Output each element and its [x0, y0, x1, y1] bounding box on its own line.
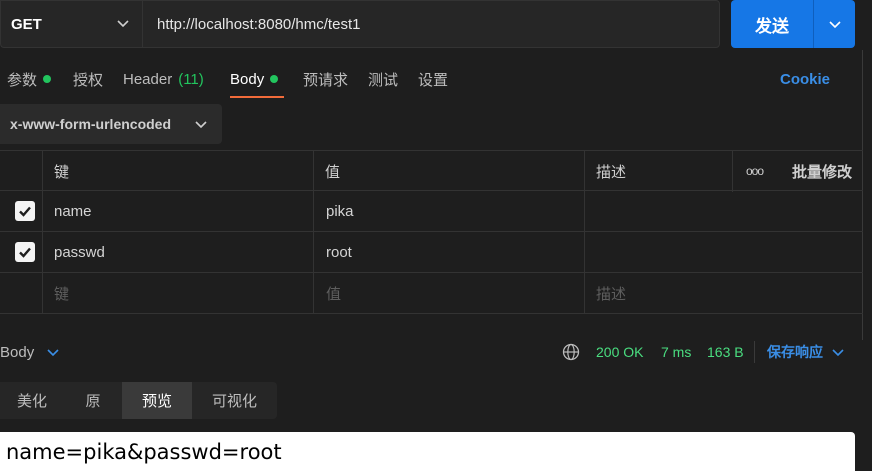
tab-header-label: Header [123, 70, 173, 88]
bulk-edit-button[interactable]: 批量修改 [792, 151, 852, 191]
column-header-value: 值 [325, 163, 341, 181]
status-dot-icon [270, 75, 279, 83]
tab-pre-request[interactable]: 预请求 [303, 60, 348, 98]
chevron-down-icon [828, 21, 841, 29]
tab-raw[interactable]: 原 [64, 382, 122, 419]
value-cell[interactable]: pika [326, 191, 354, 231]
request-tabs: 参数 授权 Header (11) Body 预请求 测试 设置 Cookie [0, 60, 862, 98]
response-bar: Body 200 OK 7 ms 163 B 保存响应 [0, 336, 872, 368]
row-checkbox[interactable] [15, 201, 35, 221]
value-cell[interactable]: root [326, 232, 352, 272]
method-select[interactable]: GET [0, 0, 142, 48]
status-dot-icon [43, 75, 52, 83]
preview-text: name=pika&passwd=root [6, 439, 282, 464]
column-header-key: 键 [54, 163, 70, 181]
save-response-label: 保存响应 [767, 344, 823, 360]
save-response-button[interactable]: 保存响应 [767, 336, 845, 368]
send-button-group: 发送 [731, 0, 855, 48]
response-body-label: Body [0, 343, 35, 361]
table-header-row: 键 值 描述 ooo 批量修改 [0, 150, 863, 192]
tab-pre-request-label: 预请求 [303, 71, 349, 89]
key-cell[interactable]: name [54, 191, 92, 231]
body-type-select[interactable]: x-www-form-urlencoded [0, 104, 222, 144]
key-input-placeholder[interactable]: 键 [54, 273, 69, 313]
response-time: 7 ms [661, 344, 692, 360]
tab-params[interactable]: 参数 [7, 60, 52, 98]
table-row: name pika [0, 191, 863, 232]
row-checkbox[interactable] [15, 242, 35, 262]
url-text: http://localhost:8080/hmc/test1 [157, 15, 361, 33]
more-options-icon[interactable]: ooo [746, 151, 764, 191]
tab-tests[interactable]: 测试 [368, 60, 398, 98]
description-input-placeholder[interactable]: 描述 [596, 273, 626, 313]
params-table: 键 值 描述 ooo 批量修改 name pika passwd root 键 … [0, 150, 863, 314]
tab-preview[interactable]: 预览 [122, 382, 192, 419]
cookie-link[interactable]: Cookie [780, 60, 830, 98]
chevron-down-icon [116, 16, 130, 34]
status-code: 200 OK [596, 344, 644, 360]
table-row-empty: 键 值 描述 [0, 273, 863, 314]
url-input[interactable]: http://localhost:8080/hmc/test1 [142, 0, 720, 48]
response-size: 163 B [707, 344, 744, 360]
tab-visualize[interactable]: 可视化 [192, 382, 277, 419]
send-options-button[interactable] [814, 17, 855, 31]
checkmark-icon [19, 247, 31, 258]
chevron-down-icon [194, 117, 208, 134]
tab-params-label: 参数 [7, 71, 38, 89]
tab-body[interactable]: Body [230, 60, 284, 98]
globe-icon[interactable] [562, 336, 580, 368]
key-cell[interactable]: passwd [54, 232, 105, 272]
column-header-description: 描述 [596, 163, 627, 181]
tab-settings-label: 设置 [418, 71, 449, 89]
response-preview: name=pika&passwd=root [0, 432, 855, 471]
value-input-placeholder[interactable]: 值 [326, 273, 341, 313]
tab-auth-label: 授权 [73, 71, 104, 89]
tab-body-label: Body [230, 70, 265, 88]
checkmark-icon [19, 206, 31, 217]
chevron-down-icon [47, 349, 59, 357]
tab-pretty[interactable]: 美化 [0, 382, 64, 419]
response-view-tabs: 美化 原 预览 可视化 [0, 382, 277, 419]
tab-auth[interactable]: 授权 [73, 60, 103, 98]
body-type-label: x-www-form-urlencoded [10, 116, 172, 132]
tab-header[interactable]: Header (11) [123, 60, 204, 98]
send-button[interactable]: 发送 [731, 12, 813, 37]
chevron-down-icon [832, 349, 844, 357]
tab-tests-label: 测试 [368, 71, 399, 89]
table-row: passwd root [0, 232, 863, 273]
header-count: (11) [178, 70, 204, 88]
method-label: GET [11, 15, 42, 33]
response-view-select[interactable]: Body [0, 336, 60, 368]
tab-settings[interactable]: 设置 [418, 60, 448, 98]
